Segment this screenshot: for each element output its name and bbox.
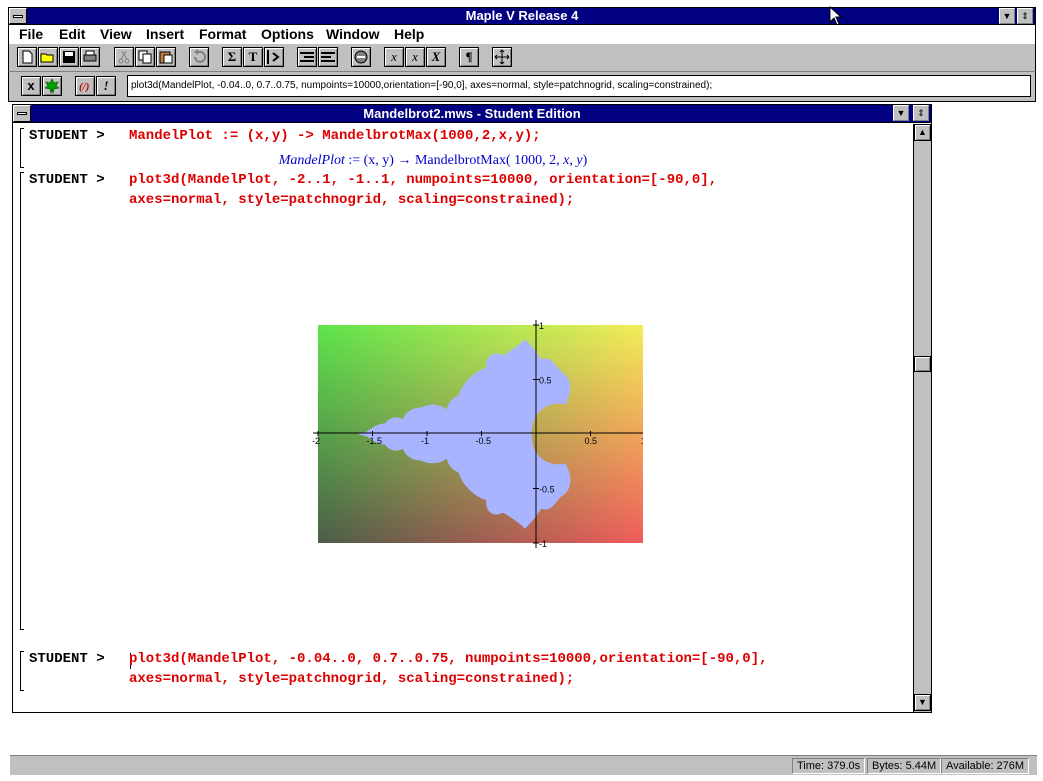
mandelbrot-plot[interactable]: -2 -1.5 -1 -0.5 0.5 1 1 0.5 -0.5 -1 — [303, 320, 643, 550]
math-output-button[interactable]: x — [405, 47, 425, 67]
execution-group-bracket — [20, 172, 24, 630]
outdent-button[interactable] — [297, 47, 317, 67]
x-tick-label: -0.5 — [476, 436, 492, 446]
restore-button[interactable]: ⇕ — [1017, 8, 1033, 24]
interrupt-x-button[interactable]: x — [21, 76, 41, 96]
menu-format[interactable]: Format — [199, 26, 246, 42]
status-available: Available: 276M — [941, 758, 1030, 774]
math-standard-button[interactable]: X — [426, 47, 446, 67]
prompt-label: STUDENT > — [29, 128, 105, 144]
input-line[interactable]: plot3d(MandelPlot, -2..1, -1..1, numpoin… — [129, 172, 717, 188]
x-tick-label: 1 — [641, 436, 643, 446]
open-folder-icon — [40, 53, 54, 63]
syntax-check-icon: (/) — [79, 81, 89, 93]
scroll-thumb[interactable] — [914, 356, 931, 372]
move-arrows-icon — [494, 49, 510, 65]
text-button[interactable]: T — [243, 47, 263, 67]
menu-bar: File Edit View Insert Format Options Win… — [8, 25, 1036, 44]
undo-button[interactable] — [189, 47, 209, 67]
outdent-icon — [300, 52, 314, 62]
math-input-button[interactable]: x — [384, 47, 404, 67]
y-tick-label: 1 — [539, 321, 544, 331]
x-tick-label: -2 — [312, 436, 320, 446]
copy-icon — [138, 50, 152, 64]
output-mid: := (x, y) → MandelbrotMax( 1000, 2, — [348, 153, 564, 168]
indent-button[interactable] — [318, 47, 338, 67]
input-line[interactable]: MandelPlot := (x,y) -> MandelbrotMax(100… — [129, 128, 541, 144]
app-title: Maple V Release 4 — [465, 8, 579, 23]
open-file-button[interactable] — [38, 47, 58, 67]
main-toolbar: Σ T x x X ¶ — [8, 44, 1036, 72]
scroll-down-button[interactable]: ▼ — [914, 694, 931, 711]
copy-button[interactable] — [135, 47, 155, 67]
paste-clipboard-icon — [159, 51, 173, 64]
context-toolbar: x (/) ! plot3d(MandelPlot, -0.04..0, 0.7… — [8, 72, 1036, 102]
app-titlebar: Maple V Release 4 ▼ ⇕ — [8, 7, 1036, 25]
input-line[interactable]: axes=normal, style=patchnogrid, scaling=… — [129, 671, 574, 687]
input-line[interactable]: plot3d(MandelPlot, -0.04..0, 0.7..0.75, … — [129, 651, 768, 667]
vertical-scrollbar[interactable]: ▲ ▼ — [913, 124, 931, 712]
menu-view[interactable]: View — [100, 26, 132, 42]
input-line[interactable]: axes=normal, style=patchnogrid, scaling=… — [129, 192, 574, 208]
new-file-button[interactable] — [17, 47, 37, 67]
new-file-icon — [22, 50, 33, 64]
y-tick-label: -0.5 — [539, 485, 555, 495]
print-button[interactable] — [80, 47, 100, 67]
prompt-label: STUDENT > — [29, 651, 105, 667]
execution-group-bracket — [20, 651, 24, 691]
output-close: ) — [582, 153, 588, 168]
maple-leaf-button[interactable] — [42, 76, 62, 96]
execute-button[interactable]: ! — [96, 76, 116, 96]
resize-button[interactable] — [492, 47, 512, 67]
worksheet-title: Mandelbrot2.mws - Student Edition — [363, 106, 581, 121]
menu-options[interactable]: Options — [261, 26, 314, 42]
x-tick-label: 0.5 — [585, 436, 598, 446]
maple-leaf-icon — [44, 78, 60, 95]
paragraph-button[interactable]: ¶ — [459, 47, 479, 67]
minimize-button[interactable]: ▼ — [999, 8, 1015, 24]
sum-button[interactable]: Σ — [222, 47, 242, 67]
menu-file[interactable]: File — [19, 26, 43, 42]
worksheet-minimize-button[interactable]: ▼ — [893, 105, 909, 121]
worksheet-window: Mandelbrot2.mws - Student Edition ▼ ⇕ ST… — [12, 104, 932, 713]
worksheet-body[interactable]: STUDENT > MandelPlot := (x,y) -> Mandelb… — [13, 124, 913, 712]
y-tick-label: 0.5 — [539, 376, 552, 386]
svg-text:(/): (/) — [79, 81, 89, 93]
paste-button[interactable] — [156, 47, 176, 67]
math-output: MandelPlot := (x, y) → MandelbrotMax( 10… — [278, 153, 588, 168]
x-tick-label: -1 — [421, 436, 429, 446]
scissors-icon — [118, 50, 130, 64]
stop-button[interactable] — [351, 47, 371, 67]
menu-insert[interactable]: Insert — [146, 26, 184, 42]
worksheet-restore-button[interactable]: ⇕ — [913, 105, 929, 121]
execution-group-icon — [267, 50, 280, 64]
command-line-input[interactable]: plot3d(MandelPlot, -0.04..0, 0.7..0.75, … — [127, 75, 1031, 97]
output-lhs: MandelPlot — [278, 153, 345, 168]
scroll-up-button[interactable]: ▲ — [914, 124, 931, 141]
worksheet-titlebar: Mandelbrot2.mws - Student Edition ▼ ⇕ — [13, 105, 931, 123]
menu-help[interactable]: Help — [394, 26, 424, 42]
prompt-label: STUDENT > — [29, 172, 105, 188]
cut-button[interactable] — [114, 47, 134, 67]
status-bar: Time: 379.0s Bytes: 5.44M Available: 276… — [10, 755, 1037, 775]
undo-icon — [194, 49, 206, 63]
menu-edit[interactable]: Edit — [59, 26, 85, 42]
x-tick-label: -1.5 — [367, 436, 383, 446]
indent-icon — [321, 52, 335, 62]
status-time: Time: 379.0s — [792, 758, 866, 774]
save-button[interactable] — [59, 47, 79, 67]
status-bytes: Bytes: 5.44M — [867, 758, 942, 774]
stop-sign-icon — [354, 50, 368, 64]
printer-icon — [83, 50, 97, 62]
prompt-button[interactable] — [264, 47, 284, 67]
save-disk-icon — [63, 51, 75, 63]
output-var-x: x — [563, 153, 570, 168]
menu-window[interactable]: Window — [326, 26, 380, 42]
syntax-check-button[interactable]: (/) — [75, 76, 95, 96]
y-tick-label: -1 — [539, 539, 547, 549]
